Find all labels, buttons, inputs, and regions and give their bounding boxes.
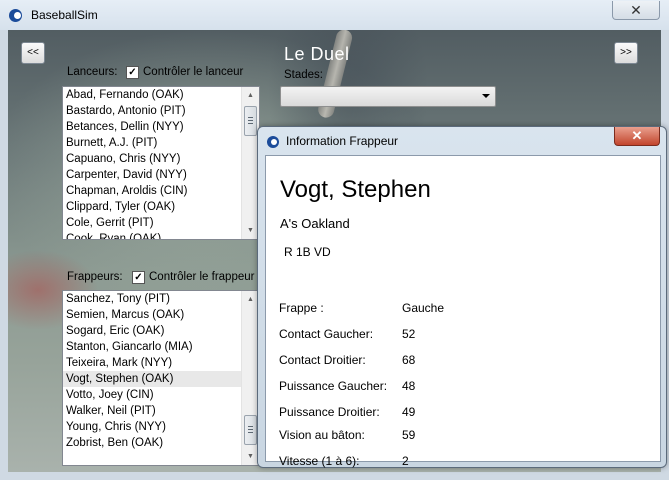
window-close-button[interactable]: ✕ <box>612 1 660 20</box>
stat-label: Vitesse (1 à 6): <box>279 454 360 468</box>
stat-label: Puissance Gaucher: <box>279 379 388 393</box>
player-position: R 1B VD <box>284 245 331 259</box>
player-team: A's Oakland <box>280 216 350 231</box>
scroll-thumb[interactable] <box>244 106 257 136</box>
list-item[interactable]: Sanchez, Tony (PIT) <box>63 291 242 307</box>
stades-label: Stades: <box>284 69 323 81</box>
grip-line <box>248 123 253 124</box>
app-logo-icon <box>9 9 22 22</box>
controler-lanceur-checkbox[interactable]: ✓ <box>126 66 139 79</box>
list-item[interactable]: Bastardo, Antonio (PIT) <box>63 103 242 119</box>
player-name: Vogt, Stephen <box>280 176 431 203</box>
stat-label: Puissance Droitier: <box>279 405 380 419</box>
list-item[interactable]: Cole, Gerrit (PIT) <box>63 215 242 231</box>
list-item[interactable]: Chapman, Aroldis (CIN) <box>63 183 242 199</box>
list-item[interactable]: Votto, Joey (CIN) <box>63 387 242 403</box>
list-item[interactable]: Stanton, Giancarlo (MIA) <box>63 339 242 355</box>
grip-line <box>248 120 253 121</box>
lanceurs-items: Abad, Fernando (OAK) Bastardo, Antonio (P… <box>63 87 242 239</box>
list-item[interactable]: Teixeira, Mark (NYY) <box>63 355 242 371</box>
frappeurs-label: Frappeurs: <box>67 271 123 283</box>
stat-value: 68 <box>402 353 416 367</box>
app-window: BaseballSim ✕ << >> Le Duel Lanceurs: ✓ … <box>0 0 669 480</box>
stat-value: 48 <box>402 379 416 393</box>
chevron-down-icon <box>482 94 490 98</box>
frappeurs-list[interactable]: Sanchez, Tony (PIT) Semien, Marcus (OAK) S… <box>62 290 260 466</box>
grip-line <box>248 429 253 430</box>
batter-info-dialog: Information Frappeur ✕ Vogt, Stephen A's… <box>257 126 667 468</box>
grip-line <box>248 432 253 433</box>
list-item[interactable]: Clippard, Tyler (OAK) <box>63 199 242 215</box>
stat-label: Contact Gaucher: <box>279 327 374 341</box>
list-item[interactable]: Zobrist, Ben (OAK) <box>63 435 242 451</box>
list-item[interactable]: Young, Chris (NYY) <box>63 419 242 435</box>
list-item[interactable]: Cook, Ryan (OAK) <box>63 231 242 239</box>
lanceurs-list[interactable]: Abad, Fernando (OAK) Bastardo, Antonio (P… <box>62 86 260 240</box>
frappeurs-items: Sanchez, Tony (PIT) Semien, Marcus (OAK) S… <box>63 291 242 451</box>
list-item[interactable]: Semien, Marcus (OAK) <box>63 307 242 323</box>
grip-line <box>248 426 253 427</box>
controler-lanceur-label: Contrôler le lanceur <box>143 66 244 78</box>
stades-dropdown[interactable] <box>280 86 496 107</box>
stat-value: 2 <box>402 454 409 468</box>
list-item[interactable]: Walker, Neil (PIT) <box>63 403 242 419</box>
lanceurs-label: Lanceurs: <box>67 66 118 78</box>
dialog-content: Vogt, Stephen A's Oakland R 1B VD Frappe… <box>265 155 661 468</box>
dialog-close-button[interactable]: ✕ <box>614 127 660 146</box>
list-item[interactable]: Vogt, Stephen (OAK) <box>63 371 242 387</box>
stat-value: 52 <box>402 327 416 341</box>
list-item[interactable]: Sogard, Eric (OAK) <box>63 323 242 339</box>
window-title: BaseballSim <box>31 8 98 22</box>
stat-value: 49 <box>402 405 416 419</box>
stat-value: Gauche <box>402 301 445 315</box>
controler-frappeur-label: Contrôler le frappeur <box>149 271 255 283</box>
dialog-title: Information Frappeur <box>286 134 399 148</box>
list-item[interactable]: Carpenter, David (NYY) <box>63 167 242 183</box>
prev-button[interactable]: << <box>21 42 45 64</box>
scroll-thumb[interactable] <box>244 415 257 445</box>
list-item[interactable]: Capuano, Chris (NYY) <box>63 151 242 167</box>
controler-frappeur-checkbox[interactable]: ✓ <box>132 271 145 284</box>
page-title: Le Duel <box>284 44 350 64</box>
list-item[interactable]: Burnett, A.J. (PIT) <box>63 135 242 151</box>
scroll-up-icon[interactable]: ▲ <box>242 87 259 104</box>
stat-label: Vision au bâton: <box>279 428 365 442</box>
stat-value: 59 <box>402 428 416 442</box>
stat-label: Contact Droitier: <box>279 353 366 367</box>
grip-line <box>248 117 253 118</box>
list-item[interactable]: Abad, Fernando (OAK) <box>63 87 242 103</box>
title-bar[interactable]: BaseballSim ✕ <box>0 0 669 30</box>
stat-label: Frappe : <box>279 301 324 315</box>
list-item[interactable]: Betances, Dellin (NYY) <box>63 119 242 135</box>
app-logo-icon <box>267 136 279 148</box>
next-button[interactable]: >> <box>614 42 638 64</box>
